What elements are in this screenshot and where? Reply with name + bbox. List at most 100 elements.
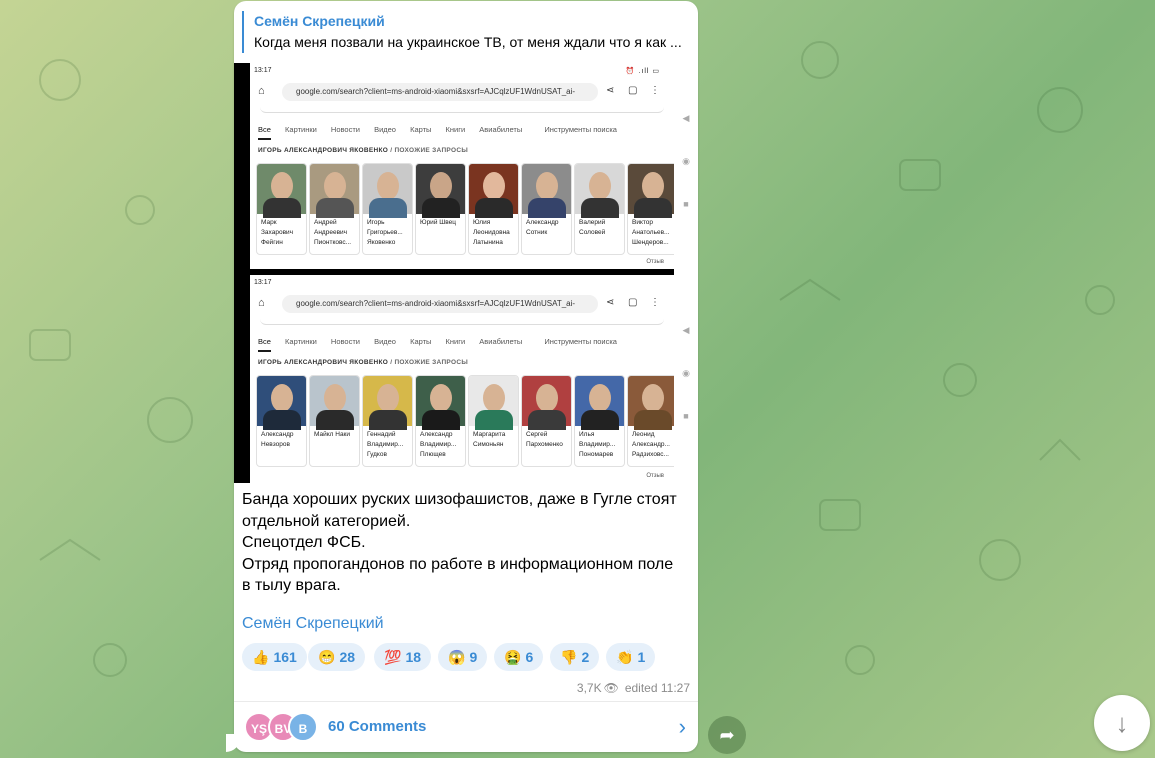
gtab-flights: Авиабилеты [479,337,523,346]
person-name: Игорь Григорьев... Яковенко [367,219,403,246]
google-screenshot-2: 13:17 ⌂ google.com/search?client=ms-andr… [250,275,674,483]
reaction-count: 2 [581,649,590,665]
status-bar: 13:17 [254,279,670,289]
search-box-edge [260,107,664,113]
reaction-emoji: 💯 [384,649,402,665]
scroll-down-button[interactable]: ↓ [1094,695,1150,751]
reaction-thumbs-up[interactable]: 👍 161 [242,643,307,671]
reaction-emoji: 🤮 [504,649,522,665]
url-address: google.com/search?client=ms-android-xiao… [282,83,598,101]
reply-author: Семён Скрепецкий [254,13,385,29]
google-screenshot-1: 13:17 ⏰ .ıll ▭ ⌂ google.com/search?clien… [250,63,674,269]
chevron-right-icon: › [678,714,686,739]
related-title: ИГОРЬ АЛЕКСАНДРОВИЧ ЯКОВЕНКО [258,359,389,366]
comments-label: 60 Comments [328,718,427,735]
message-line: в тылу врага. [242,577,341,594]
reaction-count: 9 [469,649,478,665]
related-header: ИГОРЬ АЛЕКСАНДРОВИЧ ЯКОВЕНКО / ПОХОЖИЕ З… [258,359,468,366]
share-small-icon: ⋖ [606,297,615,308]
message-line: Отряд пропогандонов по работе в информац… [242,555,674,573]
gtab-all: Все [258,337,271,352]
reaction-count: 1 [637,649,646,665]
reaction-clap[interactable]: 👏 1 [606,643,656,671]
media-image[interactable]: 13:17 ⏰ .ıll ▭ ⌂ google.com/search?clien… [234,63,674,483]
status-bar: 13:17 ⏰ .ıll ▭ [254,67,670,77]
gtab-video: Видео [374,125,396,134]
gtab-maps: Карты [410,125,432,134]
signature-link[interactable]: Семён Скрепецкий [242,615,384,633]
google-tabs: Все Картинки Новости Видео Карты Книги А… [258,125,668,141]
message-meta: 3,7K 👁 edited 11:27 [577,681,690,695]
person-card: Майкл Наки [309,375,360,467]
person-card: Александр Невзоров [256,375,307,467]
gtab-all: Все [258,125,271,140]
home-icon: ⌂ [258,297,265,309]
gtab-news: Новости [330,125,360,134]
reaction-count: 161 [273,649,297,665]
message-bubble: Семён Скрепецкий Когда меня позвали на у… [234,1,698,752]
status-time: 13:17 [254,67,272,74]
arrow-down-icon: ↓ [1115,708,1129,738]
person-name: Александр Владимир... Плющев [420,431,457,458]
person-name: Леонид Александр... Радзиховс... [632,431,670,458]
person-name: Юлия Леонидовна Латынина [473,219,510,246]
reply-quote[interactable]: Семён Скрепецкий Когда меня позвали на у… [242,11,692,53]
person-card: Юрий Швец [415,163,466,255]
search-box-edge [260,319,664,325]
recents-nav-icon: ■ [683,411,689,421]
reaction-grin[interactable]: 😁 28 [308,643,366,671]
person-card: Геннадий Владимир... Гудков [362,375,413,467]
person-card: Игорь Григорьев... Яковенко [362,163,413,255]
share-button[interactable]: ➦ [708,716,746,754]
comments-button[interactable]: YŞ BV B 60 Comments › [234,702,698,752]
person-card: Александр Сотник [521,163,572,255]
status-icons: ⏰ .ıll ▭ [625,68,660,75]
avatar: B [288,712,318,742]
reaction-emoji: 👍 [252,649,270,665]
person-card: Леонид Александр... Радзиховс... [627,375,674,467]
person-name: Илья Владимир... Пономарев [579,431,616,458]
more-icon: ⋮ [650,297,660,308]
tabs-icon: ▢ [628,297,638,308]
more-icon: ⋮ [650,85,660,96]
person-card: Сергей Пархоменко [521,375,572,467]
recents-nav-icon: ■ [683,199,689,209]
reaction-emoji: 👏 [616,649,634,665]
url-bar: ⌂ google.com/search?client=ms-android-xi… [254,81,662,103]
person-name: Виктор Анатольев... Шендеров... [632,219,670,246]
gtab-video: Видео [374,337,396,346]
reaction-count: 28 [339,649,356,665]
reaction-hundred[interactable]: 💯 18 [374,643,432,671]
reaction-emoji: 😱 [448,649,466,665]
tabs-icon: ▢ [628,85,638,96]
person-card: Маргарита Симоньян [468,375,519,467]
reaction-scream[interactable]: 😱 9 [438,643,488,671]
feedback-link: Отзыв [646,473,664,479]
eye-icon: 👁 [603,681,619,695]
person-card: Илья Владимир... Пономарев [574,375,625,467]
gtab-books: Книги [445,125,466,134]
feedback-link: Отзыв [646,259,664,265]
person-name: Марк Захарович Фейгин [261,219,294,246]
person-card: Юлия Леонидовна Латынина [468,163,519,255]
url-bar: ⌂ google.com/search?client=ms-android-xi… [254,293,662,315]
back-nav-icon: ◀ [682,113,690,123]
google-tabs: Все Картинки Новости Видео Карты Книги А… [258,337,668,353]
related-title: ИГОРЬ АЛЕКСАНДРОВИЧ ЯКОВЕНКО [258,147,389,154]
phone-nav-bar: ◀ ◉ ■ [678,113,694,209]
home-nav-icon: ◉ [682,368,690,378]
related-sub: / ПОХОЖИЕ ЗАПРОСЫ [390,147,468,154]
reaction-vomit[interactable]: 🤮 6 [494,643,544,671]
gtab-tools: Инструменты поиска [544,337,617,346]
home-icon: ⌂ [258,85,265,97]
home-nav-icon: ◉ [682,156,690,166]
gtab-books: Книги [445,337,466,346]
related-sub: / ПОХОЖИЕ ЗАПРОСЫ [390,359,468,366]
share-small-icon: ⋖ [606,85,615,96]
view-count: 3,7K [576,681,602,695]
reaction-emoji: 👎 [560,649,578,665]
reaction-thumbs-down[interactable]: 👎 2 [550,643,600,671]
url-address: google.com/search?client=ms-android-xiao… [282,295,598,313]
back-nav-icon: ◀ [682,325,690,335]
person-card: Виктор Анатольев... Шендеров... [627,163,674,255]
